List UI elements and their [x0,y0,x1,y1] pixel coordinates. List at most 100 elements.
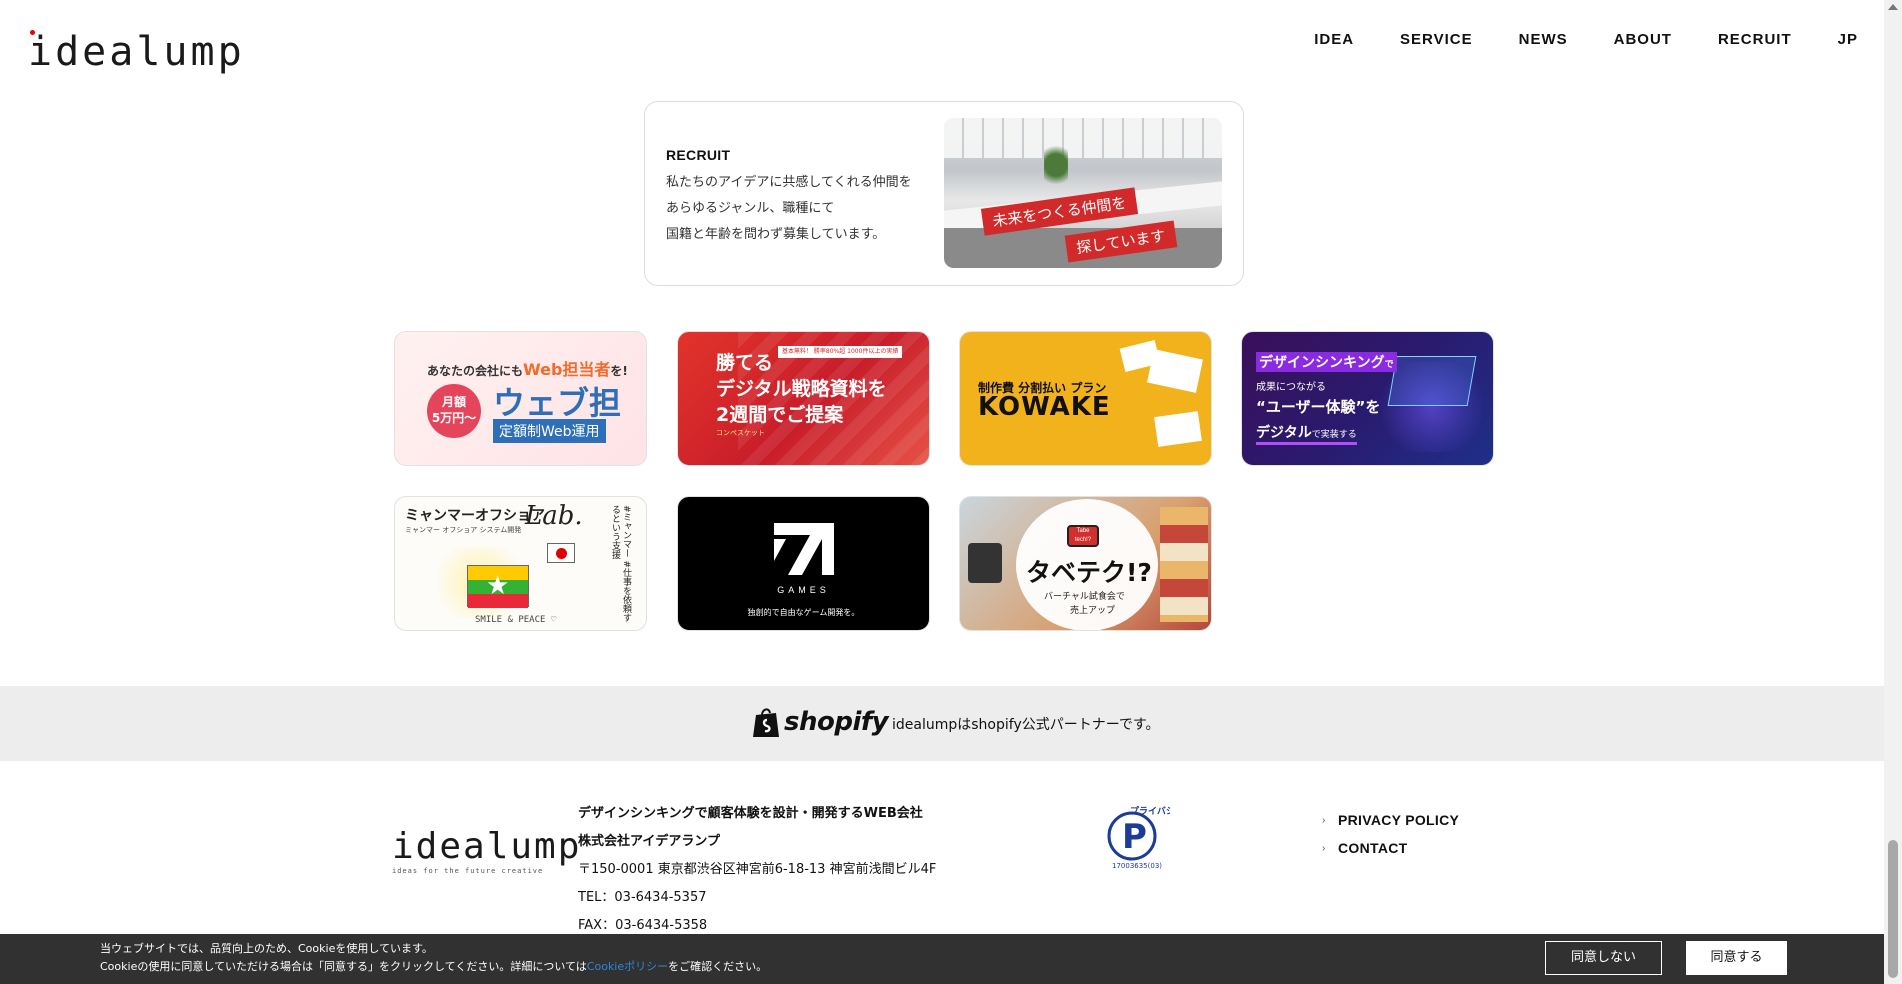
scroll-up-arrow-icon[interactable] [1888,4,1898,10]
cookie-accept-button[interactable]: 同意する [1686,941,1787,975]
cookie-policy-link[interactable]: Cookieポリシー [587,960,668,973]
company-name: 株式会社アイデアランプ [578,834,720,849]
company-tagline: デザインシンキングで顧客体験を設計・開発するWEB会社 [578,806,923,821]
service-kowake-banner[interactable]: 制作費 分割払い プラン KOWAKE [959,331,1212,466]
games-logo-icon [774,523,834,575]
design-title-4-suffix: で実装する [1311,430,1357,440]
cookie-line-2-pre: Cookieの使用に同意していただける場合は「同意する」をクリックしてください。… [100,960,587,973]
tv-icon: Tabe tech!? [1067,525,1099,547]
cookie-consent-bar: 当ウェブサイトでは、品質向上のため、Cookieを使用しています。 Cookie… [0,934,1884,984]
nav-language[interactable]: JP [1838,31,1858,48]
company-info: デザインシンキングで顧客体験を設計・開発するWEB会社 株式会社アイデアランプ … [578,806,936,946]
games-name: GAMES [777,585,830,595]
strategy-title-3: 2週間でご提案 [716,404,844,426]
nav-about[interactable]: ABOUT [1614,31,1672,48]
design-title-3: “ユーザー体験”を [1256,398,1381,416]
logo-text: idealump [28,29,245,75]
webtan-price-label: 月額 [441,395,466,409]
company-tel: TEL：03-6434-5357 [578,890,707,905]
page-scrollbar[interactable] [1884,0,1902,984]
nav-service[interactable]: SERVICE [1400,31,1473,48]
site-header: idealump IDEA SERVICE NEWS ABOUT RECRUIT… [0,0,1884,86]
strategy-brand: コンペスケット [716,429,765,437]
nav-recruit[interactable]: RECRUIT [1718,31,1792,48]
camera-icon [968,543,1002,583]
design-title-1-suffix: で [1384,360,1394,370]
service-webtan-banner[interactable]: あなたの会社にもWeb担当者を! 月額 5万円〜 ウェブ担 定額制Web運用 [394,331,647,466]
service-tabetech-banner[interactable]: Tabe tech!? タベテク!? バーチャル試食会で 売上アップ [959,496,1212,631]
cookie-line-2: Cookieの使用に同意していただける場合は「同意する」をクリックしてください。… [100,958,767,976]
company-address: 〒150-0001 東京都渋谷区神宮前6-18-13 神宮前浅間ビル4F [578,862,937,877]
privacy-mark-icon[interactable]: P プライバシー 17003635(03) [1100,802,1170,872]
design-laptop-screen [1387,356,1477,406]
games-tagline: 独創的で自由なゲーム開発を。 [747,608,860,617]
footer-links: › PRIVACY POLICY › CONTACT [1322,806,1459,862]
service-myanmar-lab-banner[interactable]: ミャンマーオフショア ミャンマー オフショア システム開発 Lab. ★ #ミャ… [394,496,647,631]
scrollbar-thumb[interactable] [1888,840,1898,978]
service-games-banner[interactable]: GAMES 独創的で自由なゲーム開発を。 [677,496,930,631]
myanmar-title: ミャンマーオフショア [405,508,545,524]
shopify-logo[interactable]: shopify [752,706,889,738]
shopify-wordmark: shopify [784,707,889,737]
privacy-mark-number: 17003635(03) [1112,862,1162,870]
strategy-title-2: デジタル戦略資料を [716,378,887,400]
privacy-policy-link[interactable]: › PRIVACY POLICY [1322,806,1459,834]
recruit-text-line-1: 私たちのアイデアに共感してくれる仲間を [666,175,912,190]
cookie-decline-button[interactable]: 同意しない [1545,941,1662,975]
kowake-title: KOWAKE [978,392,1111,422]
footer-logo-tagline: ideas for the future creative [392,867,544,875]
site-logo[interactable]: idealump [28,24,245,72]
webtan-title: ウェブ担 [493,384,622,422]
myanmar-vertical-text: #ミャンマー #仕事を依頼するという支援 [610,505,631,622]
cookie-text: 当ウェブサイトでは、品質向上のため、Cookieを使用しています。 Cookie… [100,940,767,976]
design-title-4-text: デジタル [1256,425,1312,441]
tabetech-food-image [1160,507,1208,622]
cookie-line-2-post: をご確認ください。 [668,960,768,973]
webtan-headline: あなたの会社にもWeb担当者を! [427,356,628,380]
webtan-headline-post: を! [610,364,628,378]
recruit-office-image: 未来をつくる仲間を 探しています [944,118,1222,268]
design-title-4: デジタルで実装する [1256,422,1357,445]
contact-link[interactable]: › CONTACT [1322,834,1459,862]
design-title-1-text: デザインシンキング [1259,355,1385,371]
webtan-headline-pre: あなたの会社にも [427,364,524,378]
webtan-price-circle: 月額 5万円〜 [427,384,481,438]
tabetech-title: タベテク!? [1026,558,1152,587]
webtan-price-value: 5万円〜 [431,411,477,425]
chevron-right-icon: › [1322,814,1326,826]
myanmar-smile-text: SMILE & PEACE ♡ [475,615,557,625]
design-title-2: 成果につながる [1256,382,1326,393]
nav-idea[interactable]: IDEA [1314,31,1354,48]
strategy-title-1: 勝てる [716,352,774,374]
myanmar-flag-icon: ★ [467,565,529,608]
shopify-partner-text: idealumpはshopify公式パートナーです。 [892,717,1160,733]
logo-dot [30,30,35,35]
webtan-headline-accent: Web担当者 [523,360,611,379]
recruit-card[interactable]: RECRUIT 私たちのアイデアに共感してくれる仲間を あらゆるジャンル、職種に… [644,101,1244,286]
service-design-thinking-banner[interactable]: デザインシンキングで 成果につながる “ユーザー体験”を デジタルで実装する [1241,331,1494,466]
footer-logo[interactable]: idealump ideas for the future creative [392,826,582,876]
shopify-bag-icon [753,708,779,737]
footer-logo-text: idealump [392,826,582,867]
star-icon: ★ [486,570,510,600]
office-plant [1044,140,1068,190]
tabetech-subtitle-1: バーチャル試食会で [1044,592,1125,602]
strategy-badge: 基本無料！ 勝率80%超 1000件以上の実績 [778,346,903,358]
office-ceiling [944,118,1222,158]
myanmar-subtitle: ミャンマー オフショア システム開発 [405,526,522,534]
design-title-1: デザインシンキングで [1256,352,1397,372]
tabetech-subtitle-2: 売上アップ [1070,606,1116,616]
japan-flag-icon [547,543,575,563]
privacy-mark-label: プライバシー [1130,805,1170,817]
recruit-title: RECRUIT [666,147,731,163]
privacy-policy-label: PRIVACY POLICY [1338,812,1460,828]
privacy-mark-letter: P [1122,817,1147,857]
service-strategy-banner[interactable]: 勝てる 基本無料！ 勝率80%超 1000件以上の実績 デジタル戦略資料を 2週… [677,331,930,466]
myanmar-lab-label: Lab. [525,501,583,531]
nav-news[interactable]: NEWS [1519,31,1568,48]
recruit-text-line-2: あらゆるジャンル、職種にて [666,201,835,216]
recruit-text-line-3: 国籍と年齢を問わず募集しています。 [666,227,886,242]
main-nav: IDEA SERVICE NEWS ABOUT RECRUIT JP [1314,31,1858,48]
kowake-illustration-card [1147,349,1203,393]
cookie-line-1: 当ウェブサイトでは、品質向上のため、Cookieを使用しています。 [100,942,433,955]
